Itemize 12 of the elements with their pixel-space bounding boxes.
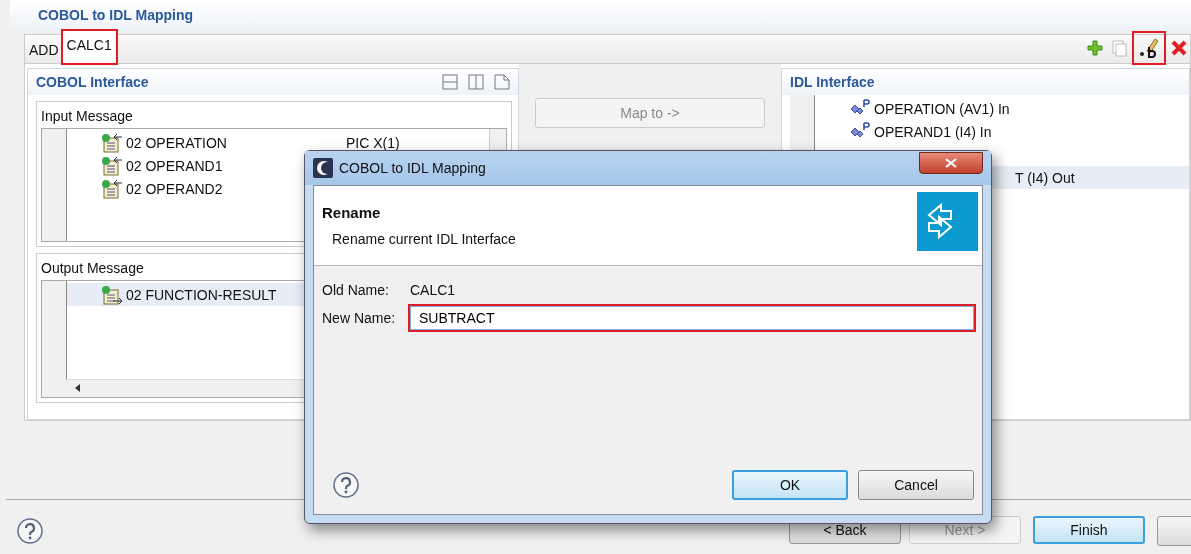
group-title: Input Message	[40, 107, 134, 126]
dialog-description: Rename current IDL Interface	[331, 230, 516, 247]
old-name-value: CALC1	[410, 282, 456, 298]
new-name-label: New Name:	[322, 310, 397, 326]
panel-title: IDL Interface	[790, 74, 875, 90]
panel-title: COBOL Interface	[36, 74, 149, 90]
field-type: PIC X(1)	[346, 134, 400, 151]
page-title: COBOL to IDL Mapping	[10, 0, 1191, 30]
dialog-title: COBOL to IDL Mapping	[339, 160, 487, 176]
group-title: Output Message	[40, 259, 145, 278]
dialog-heading: Rename	[322, 203, 382, 221]
old-name-label: Old Name:	[322, 282, 390, 298]
